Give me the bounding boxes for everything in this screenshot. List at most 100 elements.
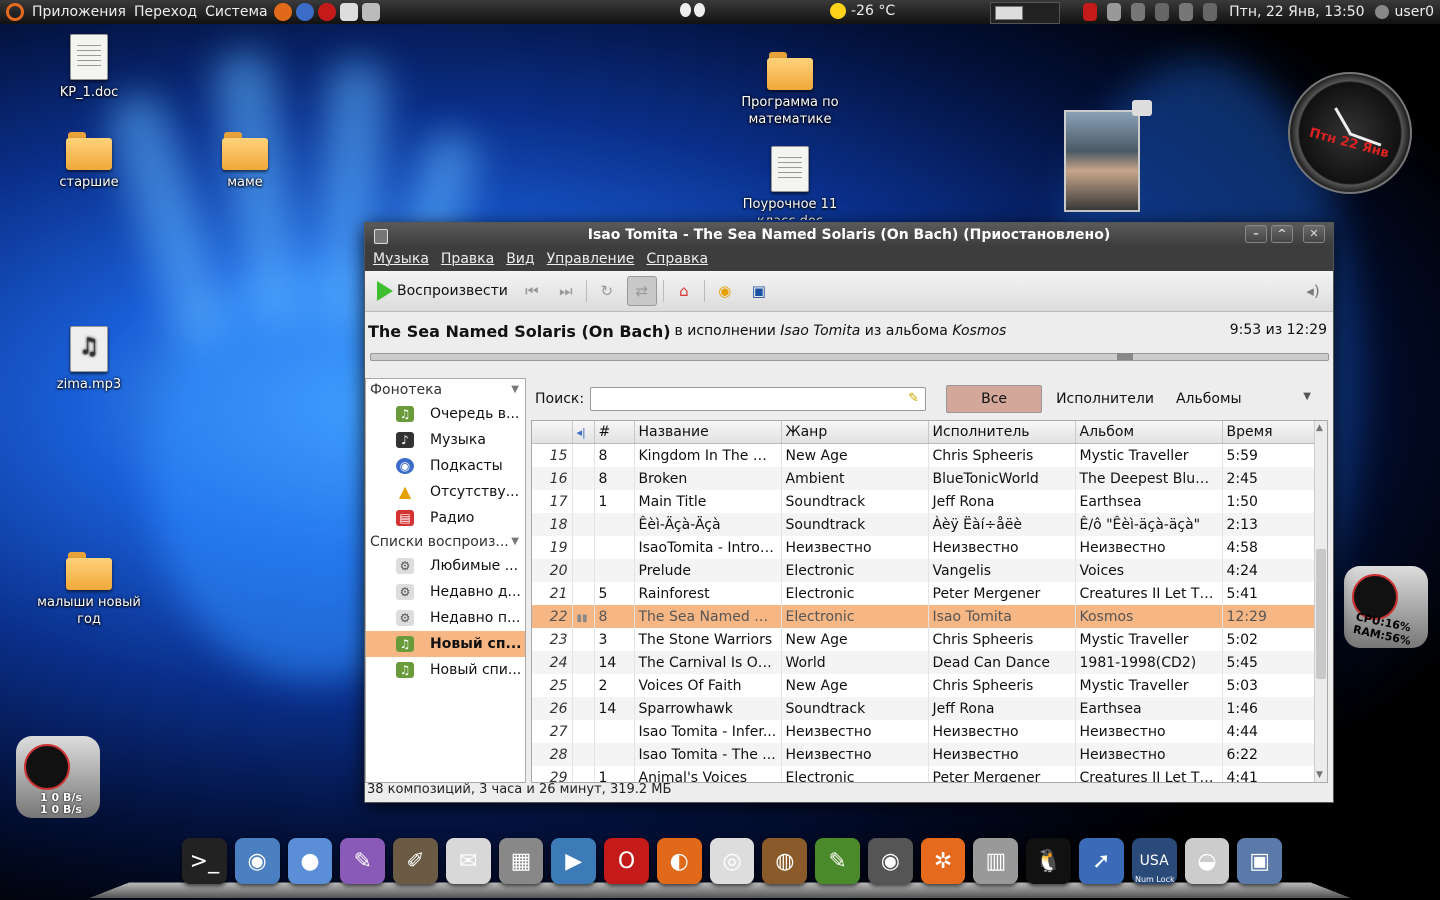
- pidgin-icon[interactable]: ✎: [340, 838, 386, 884]
- play-button[interactable]: Воспроизвести: [373, 278, 512, 304]
- workspace-switcher[interactable]: [990, 2, 1060, 24]
- menu-view[interactable]: Вид: [506, 251, 534, 267]
- mail-icon[interactable]: ✉: [445, 838, 491, 884]
- library-header[interactable]: Фонотека: [366, 379, 525, 401]
- desktop-icon-folder[interactable]: Программа по математике: [735, 52, 845, 128]
- table-row[interactable]: 27 Isao Tomita - Infer... Неизвестно Неизве…: [532, 720, 1315, 743]
- numlock-icon[interactable]: USA Num Lock: [1131, 838, 1177, 884]
- panel-clock[interactable]: Птн, 22 Янв, 13:50: [1229, 4, 1364, 20]
- table-row[interactable]: 21 5 Rainforest Electronic Peter Mergener Cre…: [532, 582, 1315, 605]
- scroll-up-icon[interactable]: ▲: [1316, 423, 1323, 433]
- menu-help[interactable]: Справка: [646, 251, 708, 267]
- desktop-icon-mp3[interactable]: ♫ zima.mp3: [34, 326, 144, 393]
- sidebar-item-playlist-selected[interactable]: ♫ Новый сп...: [366, 631, 525, 657]
- drive-icon[interactable]: ◒: [1184, 838, 1230, 884]
- table-row[interactable]: 23 3 The Stone Warriors New Age Chris Spheer…: [532, 628, 1315, 651]
- maximize-button[interactable]: ^: [1271, 225, 1293, 243]
- desktop-icon-doc[interactable]: KP_1.doc: [34, 34, 144, 101]
- search-input[interactable]: ✎: [590, 387, 927, 411]
- table-row[interactable]: 26 14 Sparrowhawk Soundtrack Jeff Rona Earths…: [532, 697, 1315, 720]
- sidebar-item-playlist[interactable]: ⚙ Любимые ...: [366, 553, 525, 579]
- weather-applet[interactable]: -26 °C: [830, 3, 895, 19]
- footprints-icon[interactable]: ●: [287, 838, 333, 884]
- filter-albums-button[interactable]: Альбомы: [1176, 391, 1242, 407]
- table-row[interactable]: 17 1 Main Title Soundtrack Jeff Rona Earthsea…: [532, 490, 1315, 513]
- next-button[interactable]: ⏭: [552, 277, 580, 305]
- sidebar-item-podcasts[interactable]: ◉ Подкасты: [366, 453, 525, 479]
- opera-icon[interactable]: O: [604, 838, 649, 884]
- speaker-icon[interactable]: ◉: [867, 838, 913, 884]
- sidebar-item-playlist[interactable]: ⚙ Недавно д...: [366, 579, 525, 605]
- filter-artists-button[interactable]: Исполнители: [1056, 391, 1154, 407]
- sidebar-item-music[interactable]: ♪ Музыка: [366, 427, 525, 453]
- filter-all-button[interactable]: Все: [946, 385, 1043, 413]
- calculator-icon[interactable]: ▦: [498, 838, 544, 884]
- pointer-icon[interactable]: ➚: [1079, 838, 1124, 884]
- home-icon[interactable]: ⌂: [670, 277, 698, 305]
- previous-button[interactable]: ⏮: [518, 277, 546, 305]
- chevron-down-icon[interactable]: ▼: [1303, 391, 1311, 402]
- desktop-icon-doc[interactable]: Поурочное 11 класс.doc: [735, 146, 845, 220]
- seek-thumb[interactable]: [1117, 353, 1133, 360]
- table-row[interactable]: 19 IsaoTomita - Introd... Неизвестно Неизве…: [532, 536, 1315, 559]
- workspace-active[interactable]: [995, 6, 1023, 20]
- playlists-header[interactable]: Списки воспроиз...: [366, 531, 525, 553]
- network-tray-icon[interactable]: [1155, 3, 1170, 21]
- chat-status-icon[interactable]: [1374, 5, 1389, 19]
- opera-launcher-icon[interactable]: [317, 3, 336, 21]
- scrollbar-thumb[interactable]: [1316, 549, 1326, 679]
- visualization-button[interactable]: ▣: [745, 277, 773, 305]
- help-launcher-icon[interactable]: [295, 3, 314, 21]
- table-row[interactable]: 24 14 The Carnival Is Over World Dead Can Da…: [532, 651, 1315, 674]
- window-titlebar[interactable]: Isao Tomita - The Sea Named Solaris (On …: [365, 223, 1333, 247]
- firefox-launcher-icon[interactable]: [273, 3, 292, 21]
- close-button[interactable]: ✕: [1303, 225, 1325, 243]
- menu-system[interactable]: Система: [205, 4, 267, 20]
- photo-frame-widget[interactable]: [1064, 110, 1140, 212]
- column-title[interactable]: Название: [634, 421, 782, 444]
- shell-icon[interactable]: ◍: [762, 838, 808, 884]
- menu-applications[interactable]: Приложения: [32, 4, 126, 20]
- table-row[interactable]: 28 Isao Tomita - The ... Неизвестно Неизвес…: [532, 743, 1315, 766]
- menu-control[interactable]: Управление: [547, 251, 635, 267]
- opera-tray-icon[interactable]: [1083, 3, 1098, 21]
- volume-button[interactable]: ◂): [1299, 277, 1327, 305]
- trash-icon[interactable]: ▥: [973, 838, 1019, 884]
- vertical-scrollbar[interactable]: ▲ ▼: [1314, 421, 1327, 782]
- column-time[interactable]: Время: [1222, 421, 1315, 444]
- tux-icon[interactable]: 🐧: [1026, 838, 1072, 884]
- ubuntu-logo-icon[interactable]: [6, 3, 24, 21]
- properties-button[interactable]: ◉: [711, 277, 739, 305]
- column-genre[interactable]: Жанр: [781, 421, 929, 444]
- column-index[interactable]: [532, 421, 573, 444]
- desktop-icon-folder[interactable]: маме: [190, 132, 300, 191]
- rhythmbox-icon[interactable]: ◎: [709, 838, 755, 884]
- user-name[interactable]: user0: [1395, 4, 1434, 20]
- desktop-icon-folder[interactable]: старшие: [34, 132, 144, 191]
- notes-tray-icon[interactable]: [1107, 3, 1122, 21]
- desktop-icon-folder[interactable]: малыши новый год: [34, 552, 144, 628]
- sidebar-item-playlist[interactable]: ⚙ Недавно п...: [366, 605, 525, 631]
- monitor-icon[interactable]: ▣: [1237, 838, 1283, 884]
- terminal-icon[interactable]: >_: [182, 838, 227, 884]
- column-artist[interactable]: Исполнитель: [928, 421, 1076, 444]
- table-row[interactable]: 16 8 Broken Ambient BlueTonicWorld The Deepes…: [532, 467, 1315, 490]
- volume-icon[interactable]: [1131, 3, 1146, 21]
- network-icon[interactable]: ◉: [234, 838, 280, 884]
- star-icon[interactable]: [1179, 3, 1194, 21]
- media-player-icon[interactable]: ▶: [551, 838, 597, 884]
- text-editor-icon[interactable]: ✎: [815, 838, 860, 884]
- sidebar-item-playlist[interactable]: ♫ Новый спи...: [366, 657, 525, 683]
- menu-places[interactable]: Переход: [134, 4, 197, 20]
- column-playing[interactable]: ◂|: [572, 421, 595, 444]
- sidebar-item-queue[interactable]: ♫ Очередь в...: [366, 401, 525, 427]
- gimp-icon[interactable]: ✐: [393, 838, 438, 884]
- clear-search-icon[interactable]: ✎: [908, 391, 919, 406]
- repeat-button[interactable]: ↻: [593, 277, 621, 305]
- sidebar-item-missing[interactable]: ▲ Отсутству...: [366, 479, 525, 505]
- menu-music[interactable]: Музыка: [373, 251, 429, 267]
- shuffle-button[interactable]: ⇄: [626, 276, 657, 306]
- table-row[interactable]: 15 8 Kingdom In The Cl... New Age Chris Sphe…: [532, 443, 1315, 467]
- scroll-down-icon[interactable]: ▼: [1316, 770, 1323, 780]
- table-row[interactable]: 18 Êèì-Äçà-Äçà Soundtrack Àèÿ Ëàí÷åëè Ê/ô "Ê…: [532, 513, 1315, 536]
